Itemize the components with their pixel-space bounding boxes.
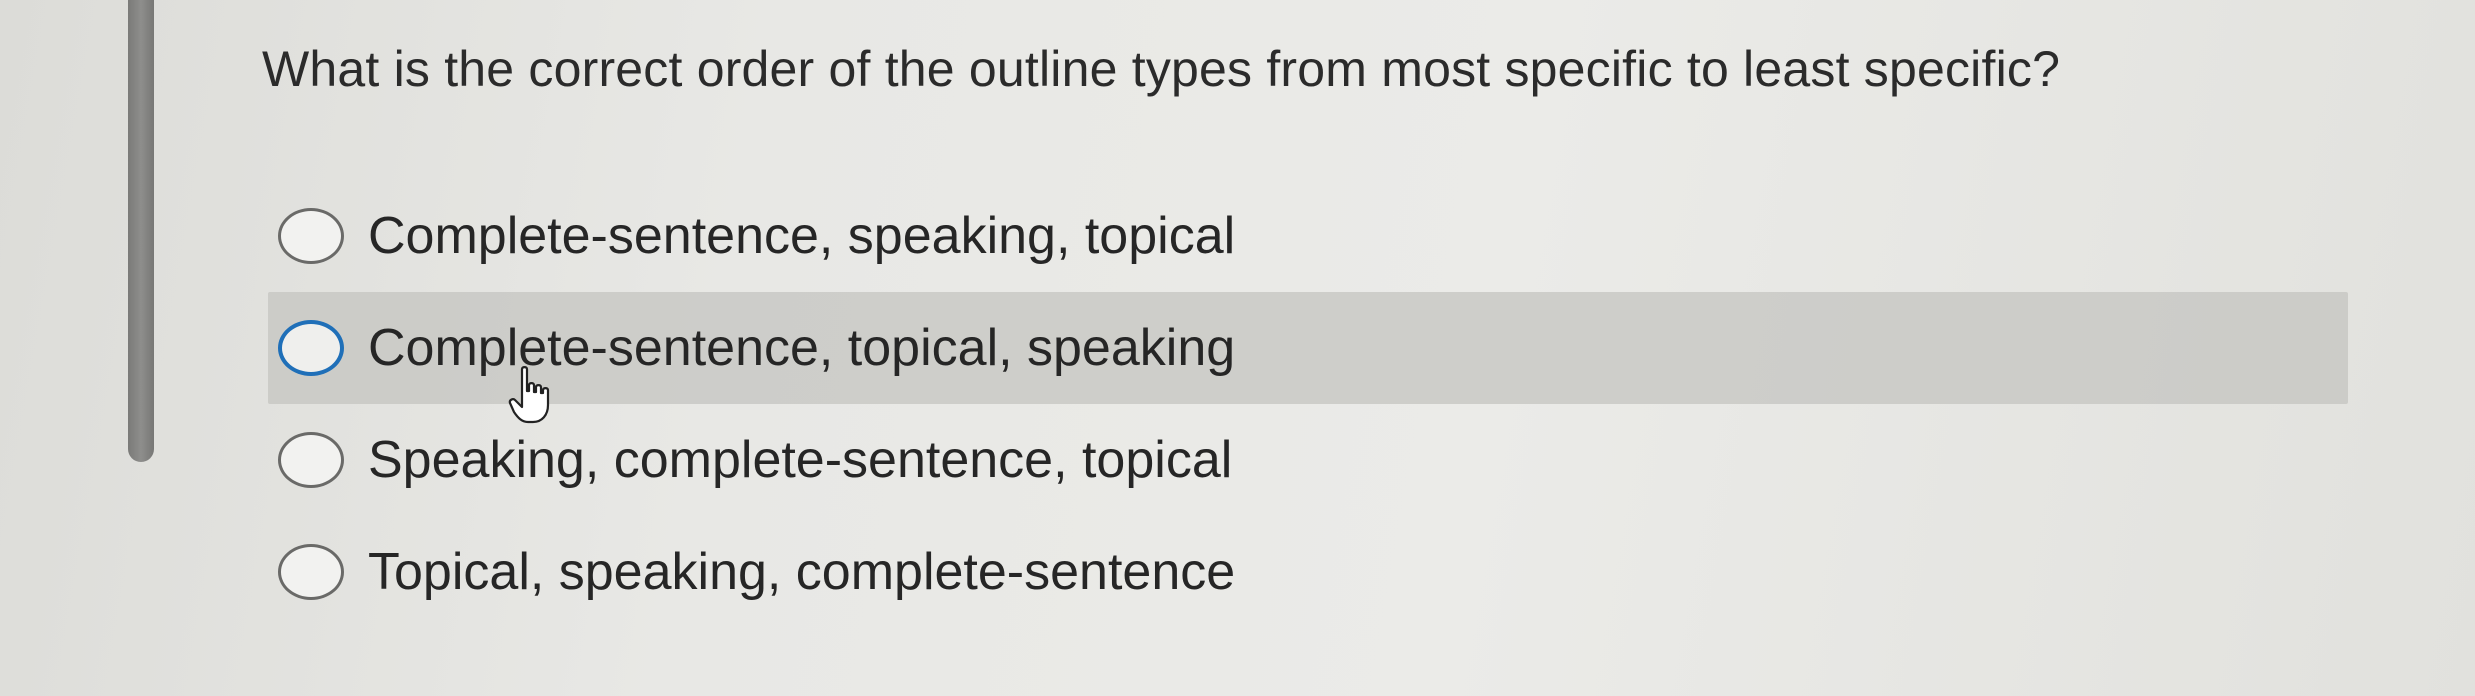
answer-option-4[interactable]: Topical, speaking, complete-sentence: [268, 516, 2348, 628]
answer-options: Complete-sentence, speaking, topical Com…: [268, 180, 2348, 628]
quiz-page: What is the correct order of the outline…: [0, 0, 2475, 696]
scroll-indicator[interactable]: [128, 0, 154, 462]
answer-option-label: Complete-sentence, topical, speaking: [368, 319, 1236, 377]
answer-option-label: Complete-sentence, speaking, topical: [368, 207, 1236, 265]
answer-option-label: Topical, speaking, complete-sentence: [368, 543, 1236, 601]
radio-button[interactable]: [278, 544, 344, 600]
answer-option-1[interactable]: Complete-sentence, speaking, topical: [268, 180, 2348, 292]
question-text: What is the correct order of the outline…: [262, 41, 2061, 97]
hand-pointer-icon: [508, 366, 550, 424]
radio-button[interactable]: [278, 320, 344, 376]
radio-button[interactable]: [278, 432, 344, 488]
answer-option-2[interactable]: Complete-sentence, topical, speaking: [268, 292, 2348, 404]
answer-option-3[interactable]: Speaking, complete-sentence, topical: [268, 404, 2348, 516]
radio-button[interactable]: [278, 208, 344, 264]
answer-option-label: Speaking, complete-sentence, topical: [368, 431, 1233, 489]
